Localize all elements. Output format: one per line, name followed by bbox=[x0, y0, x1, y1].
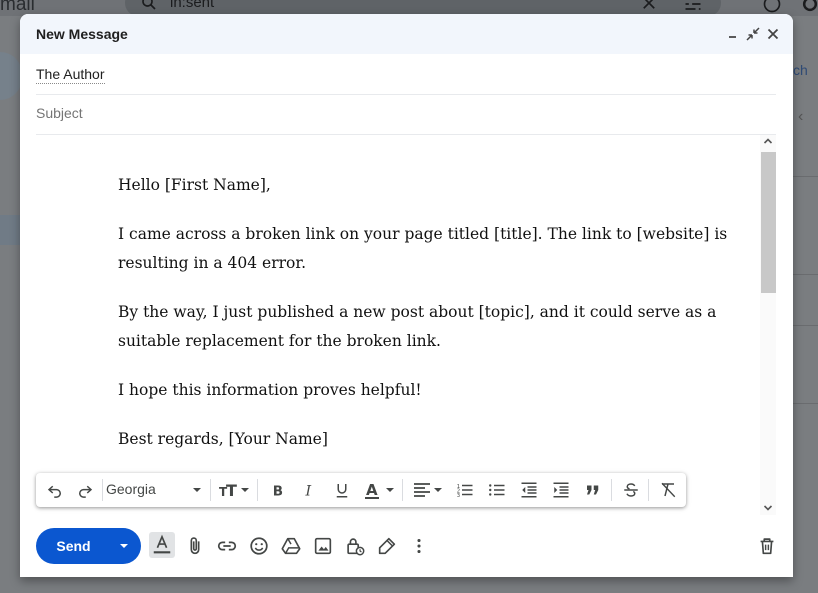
confidential-icon[interactable] bbox=[344, 535, 366, 557]
svg-text:B: B bbox=[273, 483, 283, 499]
gear-icon[interactable] bbox=[800, 0, 818, 14]
background-link: ch bbox=[793, 62, 808, 78]
body-signoff: Best regards, [Your Name] bbox=[118, 430, 328, 448]
toolbar-divider bbox=[257, 479, 258, 501]
toolbar-divider bbox=[210, 479, 211, 501]
font-select-value: Georgia bbox=[106, 481, 156, 497]
signature-icon[interactable] bbox=[376, 535, 398, 557]
font-select[interactable]: Georgia bbox=[106, 481, 202, 499]
quote-icon[interactable] bbox=[584, 481, 602, 499]
strikethrough-icon[interactable] bbox=[622, 481, 640, 499]
background-divider bbox=[793, 176, 818, 177]
recipient-chip[interactable]: The Author bbox=[36, 66, 105, 84]
body-scrollbar[interactable] bbox=[760, 135, 776, 515]
indent-less-icon[interactable] bbox=[520, 481, 538, 499]
message-body[interactable]: Hello [First Name], I came across a brok… bbox=[36, 135, 760, 515]
body-paragraph-2: By the way, I just published a new post … bbox=[118, 303, 717, 350]
close-icon[interactable] bbox=[765, 26, 781, 42]
svg-text:I: I bbox=[305, 483, 312, 499]
underline-icon[interactable] bbox=[333, 481, 351, 499]
svg-text:3: 3 bbox=[457, 493, 460, 499]
redo-icon[interactable] bbox=[76, 481, 94, 499]
compose-title: New Message bbox=[36, 26, 128, 42]
body-paragraph-3: I hope this information proves helpful! bbox=[118, 381, 422, 399]
compose-window: New Message The Author Hello [First Name… bbox=[20, 14, 793, 577]
background-divider bbox=[793, 403, 818, 404]
search-options-icon[interactable] bbox=[683, 0, 703, 14]
attach-icon[interactable] bbox=[184, 535, 206, 557]
text-size-icon[interactable]: TT bbox=[219, 481, 253, 499]
align-icon[interactable] bbox=[413, 481, 447, 499]
bold-icon[interactable]: B bbox=[269, 481, 287, 499]
discard-icon[interactable] bbox=[756, 535, 778, 557]
toolbar-divider bbox=[102, 479, 103, 501]
toolbar-divider bbox=[611, 479, 612, 501]
body-greeting: Hello [First Name], bbox=[118, 176, 271, 194]
toolbar-divider bbox=[648, 479, 649, 501]
subject-input[interactable] bbox=[36, 94, 776, 132]
emoji-icon[interactable] bbox=[248, 535, 270, 557]
chevron-down-icon bbox=[193, 488, 201, 492]
send-button-group: Send bbox=[36, 528, 141, 564]
avatar bbox=[0, 52, 22, 100]
clear-search-icon[interactable] bbox=[640, 0, 658, 12]
formatting-toolbar: Georgia TT B I A 123 bbox=[36, 473, 686, 507]
text-color-icon[interactable]: A bbox=[365, 481, 399, 499]
schedule-send-button[interactable] bbox=[108, 528, 141, 564]
background-divider bbox=[793, 325, 818, 326]
chevron-left-icon: ‹ bbox=[798, 108, 804, 125]
scroll-down-icon[interactable] bbox=[763, 503, 773, 513]
toolbar-divider bbox=[402, 479, 403, 501]
compose-header[interactable]: New Message bbox=[20, 14, 793, 54]
scroll-up-icon[interactable] bbox=[763, 136, 773, 146]
body-paragraph-1: I came across a broken link on your page… bbox=[118, 225, 728, 272]
link-icon[interactable] bbox=[216, 535, 238, 557]
remove-formatting-icon[interactable] bbox=[659, 481, 677, 499]
photo-icon[interactable] bbox=[312, 535, 334, 557]
formatting-options-icon[interactable] bbox=[149, 532, 175, 558]
to-field[interactable]: The Author bbox=[36, 54, 776, 95]
bulleted-list-icon[interactable] bbox=[488, 481, 506, 499]
undo-icon[interactable] bbox=[46, 481, 64, 499]
message-body-text[interactable]: Hello [First Name], I came across a brok… bbox=[118, 171, 758, 474]
sidebar-item-active bbox=[0, 215, 20, 245]
background-divider bbox=[793, 274, 818, 275]
scrollbar-thumb[interactable] bbox=[761, 152, 776, 293]
exit-fullscreen-icon[interactable] bbox=[745, 26, 761, 42]
svg-text:A: A bbox=[366, 481, 378, 499]
drive-icon[interactable] bbox=[280, 535, 302, 557]
numbered-list-icon[interactable]: 123 bbox=[456, 481, 474, 499]
search-value: in:sent bbox=[170, 0, 215, 11]
more-options-icon[interactable] bbox=[408, 535, 430, 557]
minimize-icon[interactable] bbox=[725, 26, 741, 42]
search-icon[interactable] bbox=[140, 0, 158, 12]
send-button[interactable]: Send bbox=[36, 528, 109, 564]
subject-field[interactable] bbox=[36, 94, 776, 135]
indent-more-icon[interactable] bbox=[552, 481, 570, 499]
italic-icon[interactable]: I bbox=[301, 481, 319, 499]
chevron-down-icon bbox=[120, 544, 128, 548]
help-icon[interactable] bbox=[762, 0, 782, 14]
svg-text:T: T bbox=[226, 481, 237, 499]
